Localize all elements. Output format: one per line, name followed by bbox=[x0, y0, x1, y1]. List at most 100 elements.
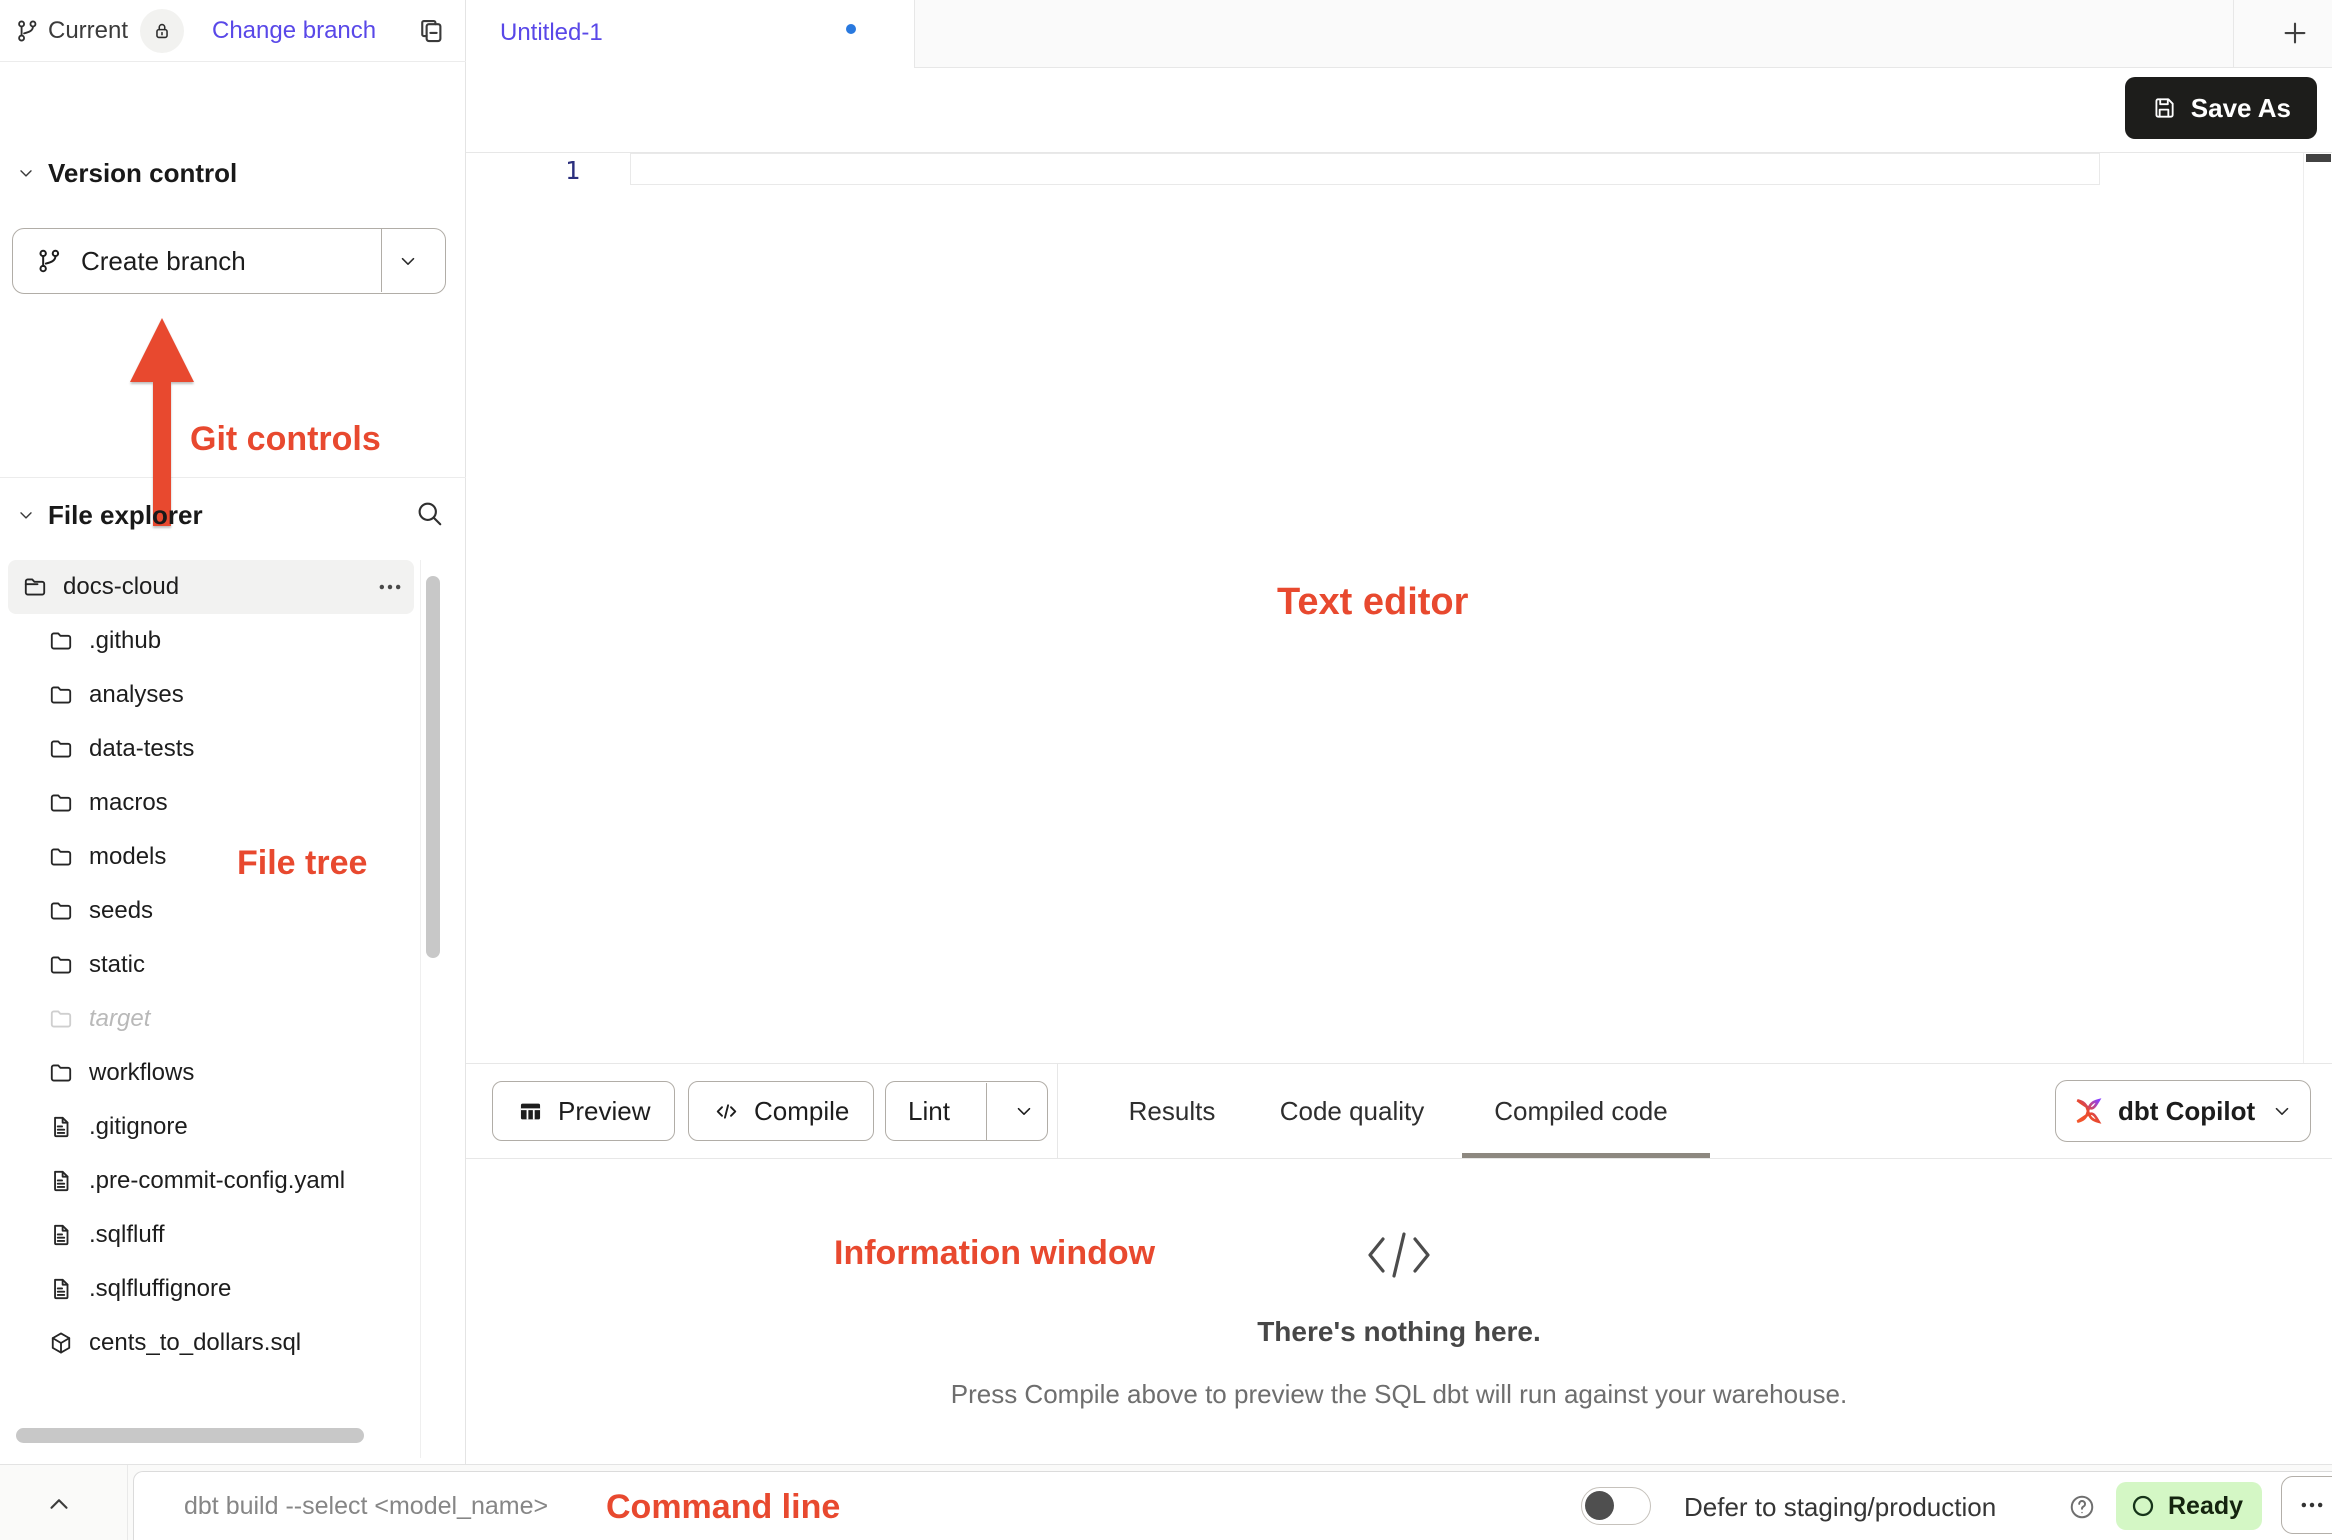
tree-item-data-tests[interactable]: data-tests bbox=[8, 722, 414, 776]
collapse-version-control-icon[interactable] bbox=[16, 163, 36, 183]
lint-dropdown[interactable] bbox=[1001, 1100, 1047, 1122]
tree-item-label: analyses bbox=[89, 681, 184, 709]
folder-icon bbox=[48, 1006, 74, 1032]
tree-item-.gitignore[interactable]: .gitignore bbox=[8, 1100, 414, 1154]
more-options-button[interactable] bbox=[2281, 1476, 2332, 1534]
tree-item-label: cents_to_dollars.sql bbox=[89, 1329, 301, 1357]
search-icon[interactable] bbox=[414, 498, 444, 528]
tree-item-seeds[interactable]: seeds bbox=[8, 884, 414, 938]
panel-separator bbox=[1057, 1064, 1058, 1158]
model-icon bbox=[48, 1330, 74, 1356]
lint-split-button[interactable]: Lint bbox=[885, 1081, 1048, 1141]
tree-item-label: .sqlfluffignore bbox=[89, 1275, 231, 1303]
editor-toolbar: Save As bbox=[466, 68, 2332, 153]
file-tree-horizontal-scrollbar[interactable] bbox=[16, 1428, 364, 1443]
defer-toggle[interactable] bbox=[1581, 1487, 1651, 1525]
active-line-highlight[interactable] bbox=[630, 153, 2100, 185]
preview-label: Preview bbox=[558, 1096, 650, 1127]
command-input[interactable] bbox=[182, 1478, 642, 1534]
button-divider bbox=[381, 229, 382, 292]
dbt-copilot-icon bbox=[2072, 1095, 2104, 1127]
tree-item-macros[interactable]: macros bbox=[8, 776, 414, 830]
compile-button[interactable]: Compile bbox=[688, 1081, 874, 1141]
tab-untitled-1[interactable]: Untitled-1 bbox=[466, 0, 915, 68]
defer-label: Defer to staging/production bbox=[1684, 1472, 1996, 1540]
file-icon bbox=[48, 1114, 74, 1140]
git-branch-icon bbox=[35, 247, 63, 275]
save-as-label: Save As bbox=[2191, 93, 2291, 124]
copy-branch-name-icon[interactable] bbox=[416, 16, 446, 46]
folder-icon bbox=[48, 898, 74, 924]
file-tree-vertical-scrollbar[interactable] bbox=[426, 576, 440, 958]
tree-item-label: .pre-commit-config.yaml bbox=[89, 1167, 345, 1195]
change-branch-link[interactable]: Change branch bbox=[212, 0, 376, 62]
lint-label[interactable]: Lint bbox=[886, 1096, 972, 1127]
panel-tab-compiled-code[interactable]: Compiled code bbox=[1456, 1064, 1706, 1158]
tree-item-label: data-tests bbox=[89, 735, 194, 763]
tree-item-label: docs-cloud bbox=[63, 573, 179, 601]
folder-icon bbox=[48, 736, 74, 762]
text-editor[interactable]: 1 Text editor bbox=[466, 153, 2332, 1063]
tree-item-label: .sqlfluff bbox=[89, 1221, 165, 1249]
chevron-down-icon bbox=[2271, 1100, 2293, 1122]
dbt-copilot-button[interactable]: dbt Copilot bbox=[2055, 1080, 2311, 1142]
save-icon bbox=[2151, 95, 2177, 121]
empty-state-title: There's nothing here. bbox=[466, 1316, 2332, 1348]
panel-tab-code-quality[interactable]: Code quality bbox=[1262, 1064, 1442, 1158]
ready-label: Ready bbox=[2168, 1492, 2243, 1521]
editor-tab-strip: Untitled-1 bbox=[466, 0, 2332, 68]
ellipsis-icon bbox=[2298, 1491, 2326, 1519]
branch-locked-badge bbox=[140, 9, 184, 53]
chevron-down-icon[interactable] bbox=[397, 250, 419, 272]
editor-scrollbar-track bbox=[2303, 153, 2304, 1063]
tree-item-label: static bbox=[89, 951, 145, 979]
line-number: 1 bbox=[540, 156, 580, 185]
tree-item-target[interactable]: target bbox=[8, 992, 414, 1046]
folder-icon bbox=[48, 628, 74, 654]
table-icon bbox=[517, 1098, 544, 1125]
create-branch-button[interactable]: Create branch bbox=[12, 228, 446, 294]
tree-item-.sqlfluffignore[interactable]: .sqlfluffignore bbox=[8, 1262, 414, 1316]
compile-label: Compile bbox=[754, 1096, 849, 1127]
folder-icon bbox=[48, 844, 74, 870]
command-bar-divider bbox=[127, 1465, 128, 1540]
file-explorer-title: File explorer bbox=[48, 500, 203, 531]
collapse-file-explorer-icon[interactable] bbox=[16, 505, 36, 525]
tab-strip-separator bbox=[2233, 0, 2234, 67]
tree-item-static[interactable]: static bbox=[8, 938, 414, 992]
tree-item-label: .gitignore bbox=[89, 1113, 188, 1141]
git-branch-icon bbox=[14, 18, 40, 44]
command-bar: Command line Defer to staging/production… bbox=[0, 1464, 2332, 1540]
editor-vertical-scrollbar[interactable] bbox=[2306, 154, 2331, 162]
tree-item-cents_to_dollars.sql[interactable]: cents_to_dollars.sql bbox=[8, 1316, 414, 1370]
tree-item-.github[interactable]: .github bbox=[8, 614, 414, 668]
save-as-button[interactable]: Save As bbox=[2125, 77, 2317, 139]
file-tree-scrollbar-track bbox=[420, 560, 421, 1458]
sidebar: Current Change branch Version control Cr… bbox=[0, 0, 466, 1464]
version-control-title: Version control bbox=[48, 158, 237, 189]
active-tab-underline bbox=[1462, 1153, 1710, 1158]
more-options-icon[interactable] bbox=[376, 573, 404, 601]
help-icon[interactable] bbox=[2068, 1493, 2096, 1521]
folder-icon bbox=[48, 952, 74, 978]
tree-item-analyses[interactable]: analyses bbox=[8, 668, 414, 722]
toggle-knob bbox=[1585, 1491, 1614, 1520]
new-tab-button[interactable] bbox=[2280, 18, 2310, 48]
expand-command-panel-icon[interactable] bbox=[44, 1489, 74, 1519]
tree-item-.sqlfluff[interactable]: .sqlfluff bbox=[8, 1208, 414, 1262]
file-icon bbox=[48, 1276, 74, 1302]
preview-button[interactable]: Preview bbox=[492, 1081, 675, 1141]
tab-label: Untitled-1 bbox=[500, 0, 603, 66]
panel-tab-results[interactable]: Results bbox=[1106, 1064, 1238, 1158]
git-header: Current Change branch bbox=[0, 0, 466, 62]
tree-item-label: models bbox=[89, 843, 166, 871]
tree-item-workflows[interactable]: workflows bbox=[8, 1046, 414, 1100]
dbt-copilot-label: dbt Copilot bbox=[2118, 1096, 2255, 1127]
tree-item-.pre-commit-config.yaml[interactable]: .pre-commit-config.yaml bbox=[8, 1154, 414, 1208]
tree-item-label: workflows bbox=[89, 1059, 194, 1087]
information-window-annotation: Information window bbox=[834, 1234, 1155, 1273]
tree-item-docs-cloud[interactable]: docs-cloud bbox=[8, 560, 414, 614]
folder-open-icon bbox=[22, 574, 48, 600]
tree-item-label: seeds bbox=[89, 897, 153, 925]
folder-icon bbox=[48, 790, 74, 816]
